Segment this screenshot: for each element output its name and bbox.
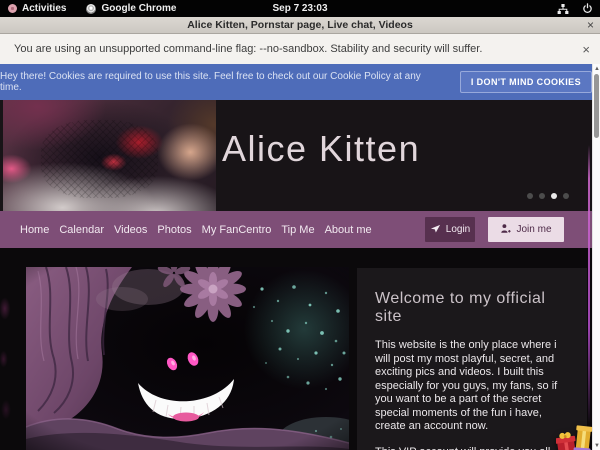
sidebar-paragraph: This VIP account will provide you all my… [375,446,559,450]
sidebar-title: Welcome to my official site [375,290,559,326]
background-pattern [0,248,12,450]
nav-item-photos[interactable]: Photos [157,224,191,236]
cookie-accept-button[interactable]: I DON'T MIND COOKIES [460,71,592,93]
nav-item-videos[interactable]: Videos [114,224,147,236]
window-title-bar: Alice Kitten, Pornstar page, Live chat, … [0,17,600,34]
login-label: Login [446,224,470,235]
join-label: Join me [516,224,551,235]
nav-item-tipme[interactable]: Tip Me [281,224,314,236]
warning-message: You are using an unsupported command-lin… [14,43,482,55]
welcome-sidebar: Welcome to my official site This website… [357,268,587,450]
main-navigation: Home Calendar Videos Photos My FanCentro… [0,211,592,248]
sandbox-warning-bar: You are using an unsupported command-lin… [0,34,600,65]
header-banner-photo [3,100,216,211]
network-icon[interactable] [557,3,569,15]
gifts-icon[interactable] [556,422,592,450]
warning-close-icon[interactable]: × [582,34,590,64]
nav-item-home[interactable]: Home [20,224,49,236]
scroll-down-icon[interactable]: ▼ [593,441,600,450]
cookie-banner: Hey there! Cookies are required to use t… [0,64,592,100]
power-icon[interactable] [582,3,593,14]
carousel-dot[interactable] [563,193,569,199]
slider-image-cheshire-cat [26,267,349,450]
site-title[interactable]: Alice Kitten [222,128,420,170]
clock-label: Sep 7 23:03 [272,3,327,14]
window-close-icon[interactable]: × [587,17,594,33]
carousel-dot[interactable] [539,193,545,199]
nav-item-fancentro[interactable]: My FanCentro [202,224,272,236]
page-edge-accent [588,145,590,425]
system-top-bar: Activities Google Chrome Sep 7 23:03 [0,0,600,17]
carousel-dots [527,193,569,199]
scroll-up-icon[interactable]: ▲ [593,64,600,73]
send-icon [430,223,441,237]
cookie-message: Hey there! Cookies are required to use t… [0,71,444,93]
login-button[interactable]: Login [425,217,475,242]
window-title: Alice Kitten, Pornstar page, Live chat, … [187,19,413,31]
add-user-icon [500,223,511,237]
scrollbar[interactable]: ▲ ▼ [592,64,600,450]
carousel-dot[interactable] [527,193,533,199]
carousel-dot[interactable] [551,193,557,199]
scrollbar-thumb[interactable] [594,74,599,138]
site-header: Alice Kitten [0,100,592,211]
nav-item-calendar[interactable]: Calendar [59,224,104,236]
join-me-button[interactable]: Join me [488,217,564,242]
nav-item-aboutme[interactable]: About me [325,224,372,236]
page-content: Alice Kitten Home Calendar Videos Photos… [0,100,592,450]
clock[interactable]: Sep 7 23:03 [0,0,600,17]
sidebar-paragraph: This website is the only place where i w… [375,339,559,434]
